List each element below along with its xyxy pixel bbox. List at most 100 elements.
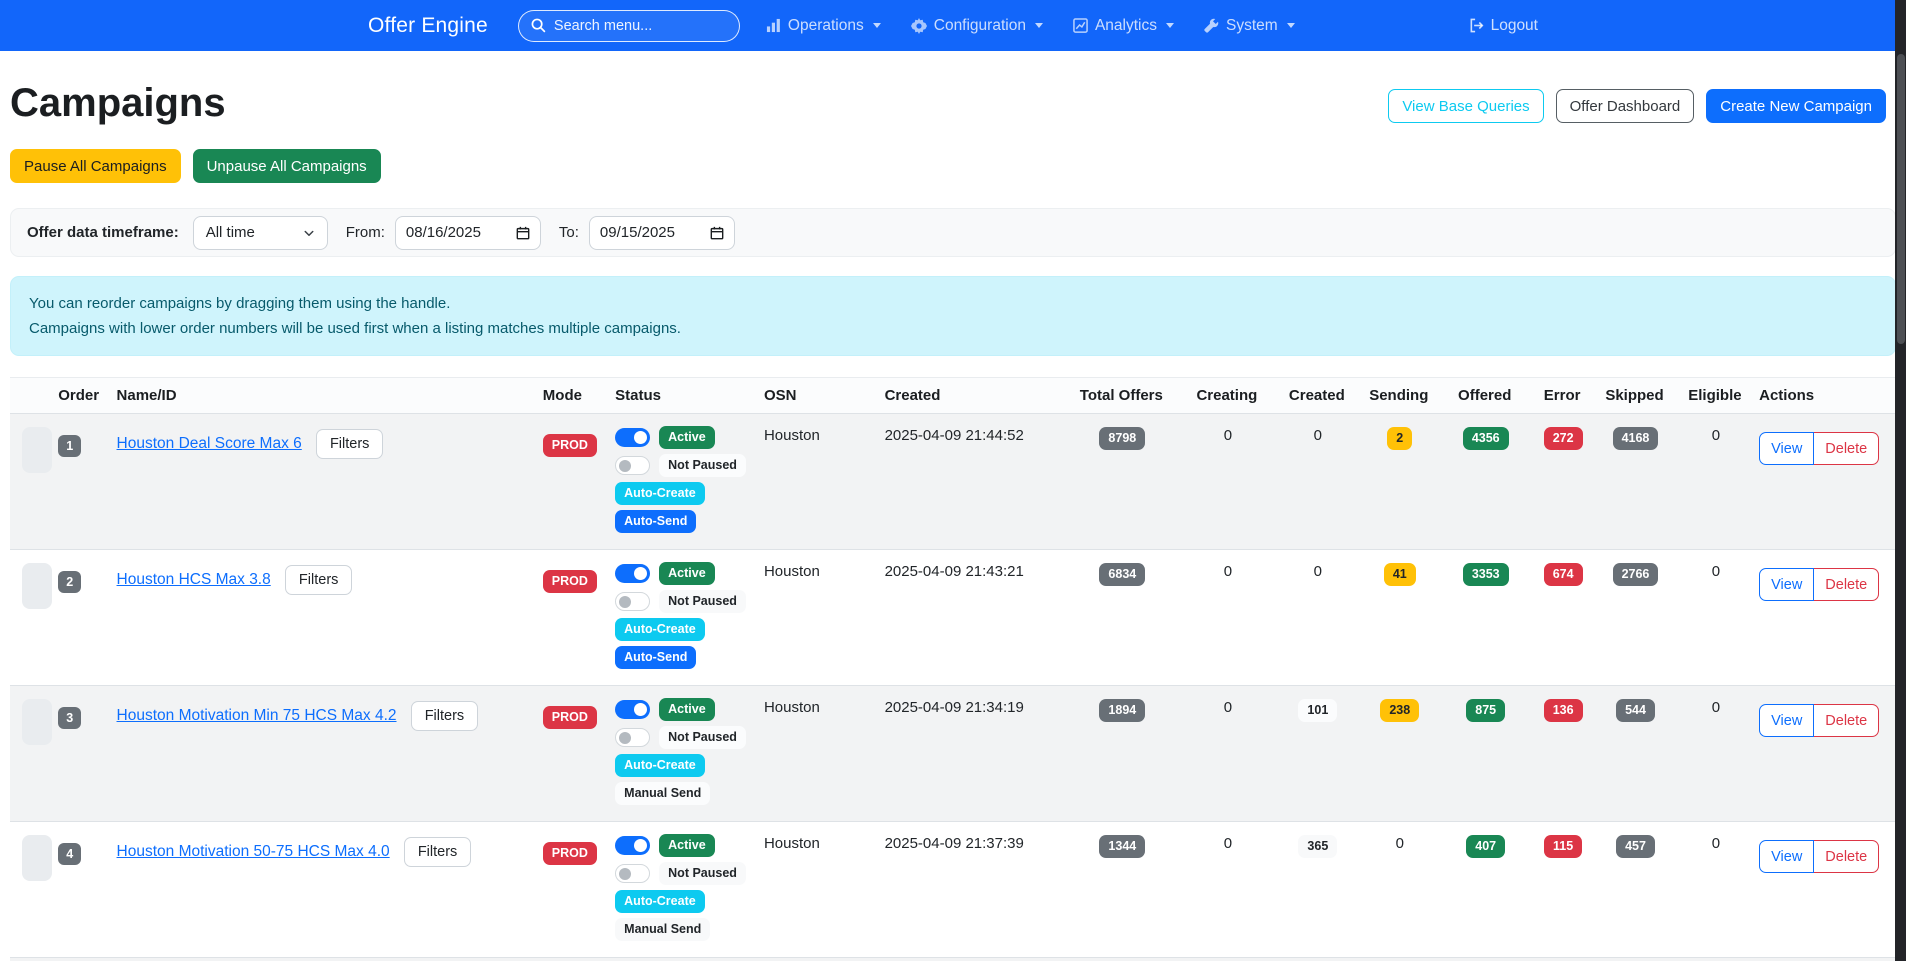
mode-badge: PROD bbox=[543, 842, 597, 865]
creating-cell: 0 bbox=[1180, 822, 1278, 958]
delete-button[interactable]: Delete bbox=[1814, 568, 1879, 601]
eligible-cell: 0 bbox=[1677, 958, 1757, 961]
send-mode-badge: Manual Send bbox=[615, 918, 710, 941]
header-created-count: Created bbox=[1278, 378, 1360, 414]
order-badge: 2 bbox=[58, 571, 81, 593]
paused-toggle[interactable] bbox=[615, 456, 650, 475]
unpause-all-campaigns-button[interactable]: Unpause All Campaigns bbox=[193, 149, 381, 183]
view-base-queries-button[interactable]: View Base Queries bbox=[1388, 89, 1543, 123]
offer-dashboard-button[interactable]: Offer Dashboard bbox=[1556, 89, 1695, 123]
count-badge: 365 bbox=[1298, 835, 1337, 858]
count-badge: 101 bbox=[1298, 699, 1337, 722]
campaign-name-link[interactable]: Houston Motivation 50-75 HCS Max 4.0 bbox=[117, 843, 390, 861]
alert-line-1: You can reorder campaigns by dragging th… bbox=[29, 291, 1877, 316]
paused-toggle[interactable] bbox=[615, 592, 650, 611]
eligible-cell: 0 bbox=[1677, 550, 1757, 686]
mode-badge: PROD bbox=[543, 570, 597, 593]
active-toggle[interactable] bbox=[615, 700, 650, 719]
header-offered: Offered bbox=[1441, 378, 1531, 414]
menu-configuration[interactable]: Configuration bbox=[911, 17, 1043, 35]
view-button[interactable]: View bbox=[1759, 840, 1814, 873]
count-badge: 674 bbox=[1544, 563, 1583, 586]
filters-button[interactable]: Filters bbox=[285, 565, 352, 595]
toggle-knob bbox=[634, 567, 647, 580]
toggle-knob bbox=[619, 868, 631, 880]
filters-button[interactable]: Filters bbox=[411, 701, 478, 731]
drag-handle[interactable] bbox=[22, 835, 52, 881]
header-error: Error bbox=[1532, 378, 1596, 414]
logout-button[interactable]: Logout bbox=[1469, 17, 1538, 35]
campaign-name-link[interactable]: Houston HCS Max 3.8 bbox=[117, 571, 271, 589]
count-value: 0 bbox=[1224, 699, 1232, 716]
view-button[interactable]: View bbox=[1759, 432, 1814, 465]
from-date-input[interactable]: 08/16/2025 bbox=[395, 216, 541, 250]
menu-search[interactable] bbox=[518, 10, 740, 42]
to-date-input[interactable]: 09/15/2025 bbox=[589, 216, 735, 250]
active-badge: Active bbox=[659, 426, 715, 449]
sending-cell: 238 bbox=[1360, 686, 1441, 822]
header-eligible: Eligible bbox=[1677, 378, 1757, 414]
delete-button[interactable]: Delete bbox=[1814, 432, 1879, 465]
count-badge: 4356 bbox=[1463, 427, 1509, 450]
chevron-down-icon bbox=[1166, 23, 1174, 28]
count-badge: 41 bbox=[1384, 563, 1416, 586]
delete-button[interactable]: Delete bbox=[1814, 704, 1879, 737]
paused-badge: Not Paused bbox=[659, 726, 746, 749]
campaign-row: 1 Houston Deal Score Max 6 Filters PROD … bbox=[10, 414, 1896, 550]
paused-toggle[interactable] bbox=[615, 728, 650, 747]
header-skipped: Skipped bbox=[1596, 378, 1676, 414]
count-value: 0 bbox=[1224, 835, 1232, 852]
filters-button[interactable]: Filters bbox=[404, 837, 471, 867]
pause-all-campaigns-button[interactable]: Pause All Campaigns bbox=[10, 149, 181, 183]
mode-badge: PROD bbox=[543, 434, 597, 457]
active-toggle[interactable] bbox=[615, 428, 650, 447]
count-badge: 8798 bbox=[1099, 427, 1145, 450]
count-badge: 875 bbox=[1466, 699, 1505, 722]
scrollbar-thumb[interactable] bbox=[1897, 54, 1905, 344]
menu-system[interactable]: System bbox=[1204, 17, 1295, 35]
delete-button[interactable]: Delete bbox=[1814, 840, 1879, 873]
offered-cell: 407 bbox=[1441, 822, 1531, 958]
order-badge: 4 bbox=[58, 843, 81, 865]
campaign-row: 5 San Antonio Deal Score Max 6 Filters P… bbox=[10, 958, 1896, 961]
total-offers-cell: 6834 bbox=[1067, 550, 1181, 686]
campaign-name-link[interactable]: Houston Motivation Min 75 HCS Max 4.2 bbox=[117, 707, 397, 725]
auto-create-badge: Auto-Create bbox=[615, 618, 705, 641]
creating-cell: 0 bbox=[1180, 550, 1278, 686]
menu-operations[interactable]: Operations bbox=[766, 17, 881, 35]
header-mode: Mode bbox=[541, 378, 613, 414]
active-badge: Active bbox=[659, 834, 715, 857]
count-badge: 238 bbox=[1380, 699, 1419, 722]
view-button[interactable]: View bbox=[1759, 704, 1814, 737]
search-input[interactable] bbox=[554, 18, 727, 34]
from-label: From: bbox=[346, 224, 385, 241]
skipped-cell: 544 bbox=[1596, 686, 1676, 822]
campaign-name-link[interactable]: Houston Deal Score Max 6 bbox=[117, 435, 302, 453]
active-toggle[interactable] bbox=[615, 836, 650, 855]
browser-scrollbar[interactable] bbox=[1895, 0, 1906, 961]
filters-button[interactable]: Filters bbox=[316, 429, 383, 459]
from-date-value: 08/16/2025 bbox=[406, 224, 481, 241]
active-toggle[interactable] bbox=[615, 564, 650, 583]
chevron-down-icon bbox=[1035, 23, 1043, 28]
total-offers-cell: 1344 bbox=[1067, 822, 1181, 958]
send-mode-badge: Manual Send bbox=[615, 782, 710, 805]
campaigns-table: Order Name/ID Mode Status OSN Created To… bbox=[10, 377, 1896, 961]
header-actions: Actions bbox=[1757, 378, 1896, 414]
menu-analytics[interactable]: Analytics bbox=[1073, 17, 1174, 35]
to-label: To: bbox=[559, 224, 579, 241]
view-button[interactable]: View bbox=[1759, 568, 1814, 601]
paused-toggle[interactable] bbox=[615, 864, 650, 883]
created-timestamp-cell: 2025-04-09 21:43:21 bbox=[883, 550, 1067, 686]
drag-handle[interactable] bbox=[22, 699, 52, 745]
drag-handle[interactable] bbox=[22, 427, 52, 473]
menu-label: System bbox=[1226, 17, 1278, 35]
timeframe-select[interactable]: All time bbox=[193, 216, 328, 250]
alert-line-2: Campaigns with lower order numbers will … bbox=[29, 316, 1877, 341]
drag-handle[interactable] bbox=[22, 563, 52, 609]
logout-icon bbox=[1469, 18, 1484, 33]
sending-cell: 2 bbox=[1360, 414, 1441, 550]
skipped-cell: 1114 bbox=[1596, 958, 1676, 961]
create-new-campaign-button[interactable]: Create New Campaign bbox=[1706, 89, 1886, 123]
calendar-icon bbox=[710, 226, 724, 240]
